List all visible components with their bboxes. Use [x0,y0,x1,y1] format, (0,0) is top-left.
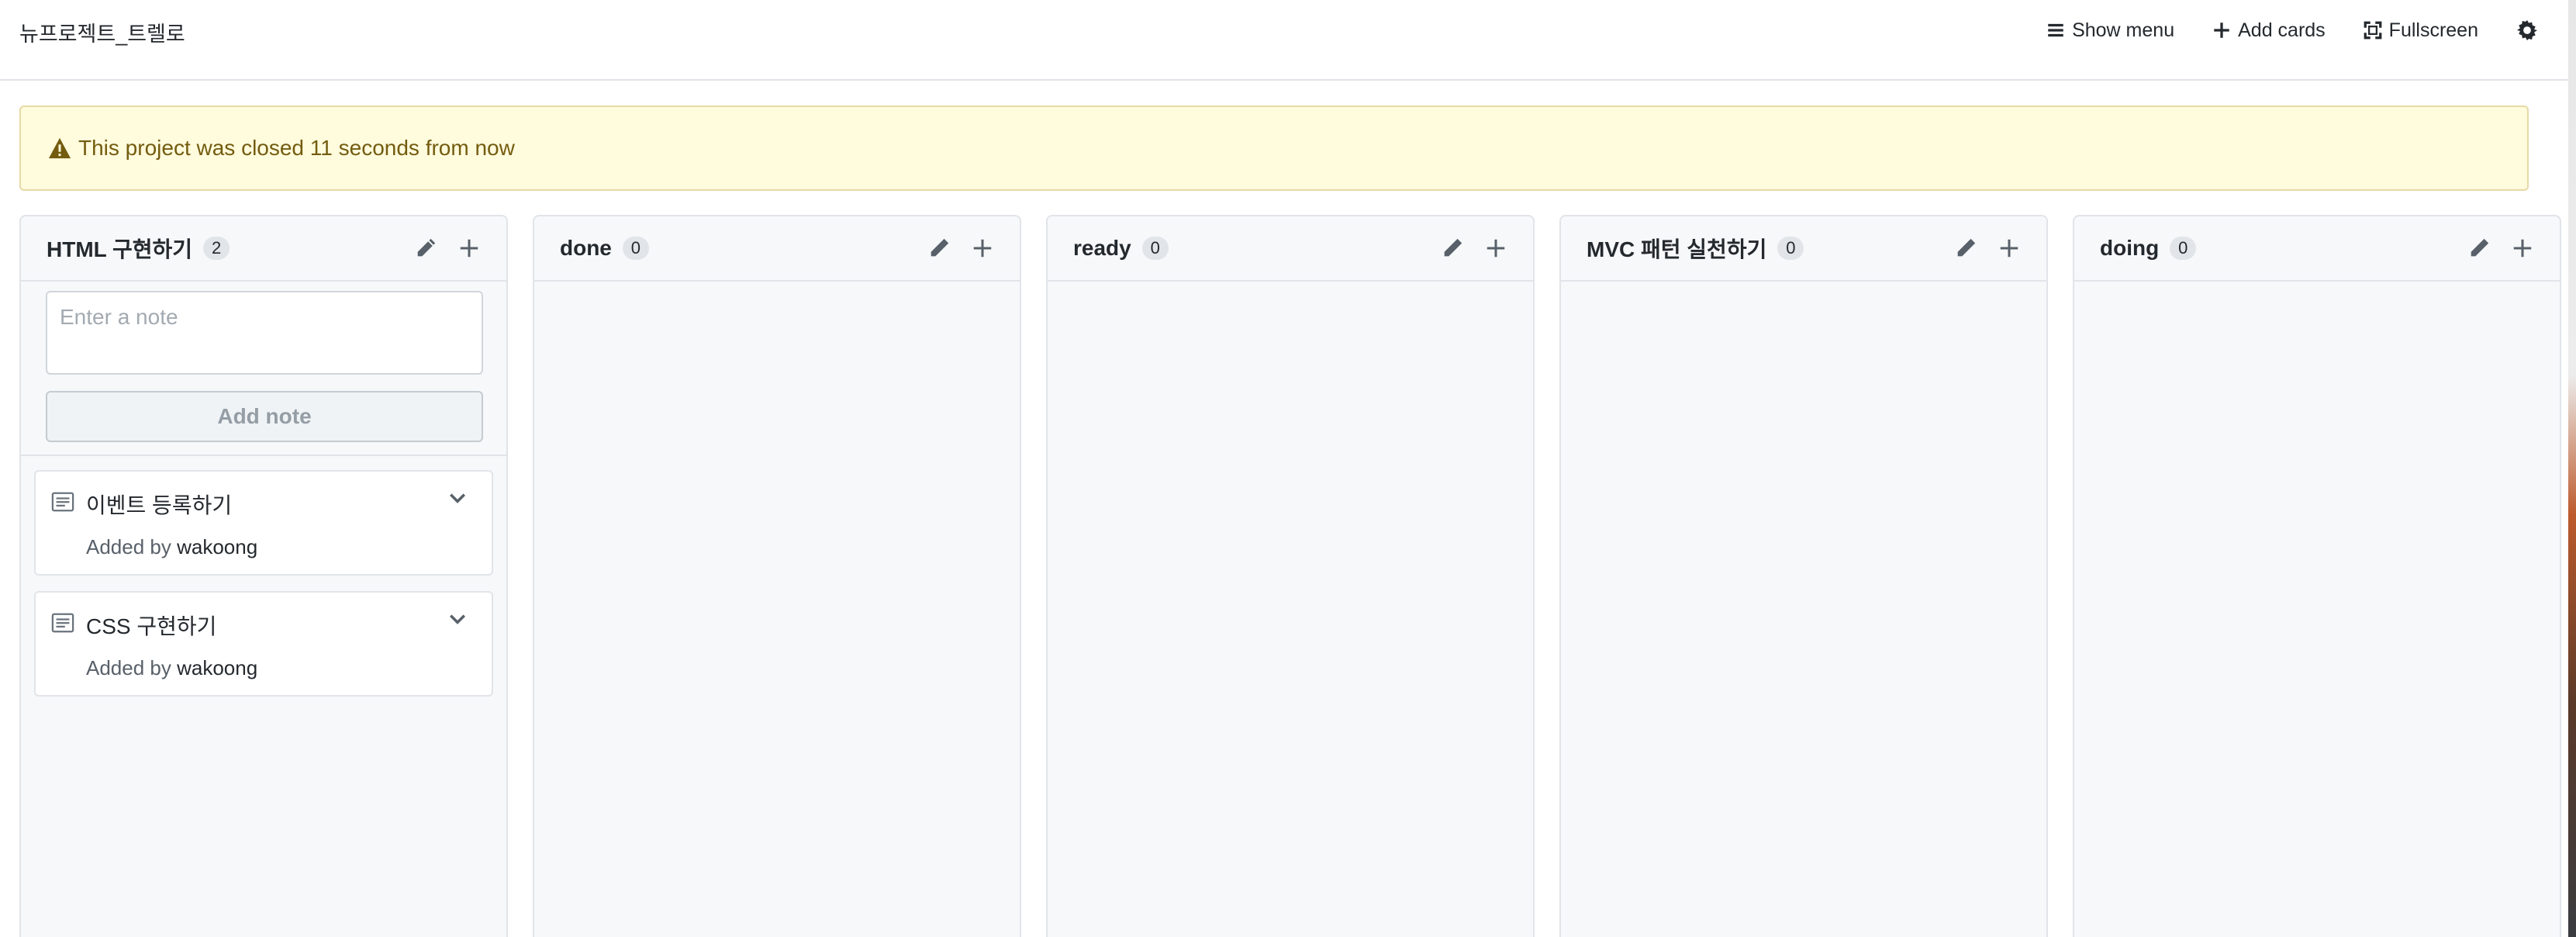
project-columns: HTML 구현하기 2 Add note 이벤트 등록하기 Added by w… [19,215,2561,937]
note-card[interactable]: CSS 구현하기 Added by wakoong [34,591,493,697]
column-header: doing 0 [2074,216,2560,282]
added-by-label: Added by [86,656,171,679]
card-counter: 2 [203,237,230,260]
top-bar: 뉴프로젝트_트렐로 Show menu Add cards Fullscreen [0,0,2568,81]
fullscreen-icon [2364,21,2382,40]
column-title: doing [2100,236,2160,260]
column-html: HTML 구현하기 2 Add note 이벤트 등록하기 Added by w… [19,215,508,937]
plus-icon [2214,22,2229,38]
edit-column-icon[interactable] [2467,237,2491,260]
fullscreen-label: Fullscreen [2388,19,2478,41]
add-card-icon[interactable] [971,237,994,260]
column-header: MVC 패턴 실천하기 0 [1561,216,2046,282]
column-header: HTML 구현하기 2 [21,216,506,282]
edit-column-icon[interactable] [1441,237,1464,260]
desktop-edge [2568,0,2576,937]
project-title: 뉴프로젝트_트렐로 [19,22,185,46]
settings-button[interactable] [2517,20,2537,40]
edit-column-icon[interactable] [414,237,437,260]
card-counter: 0 [2170,237,2197,260]
chevron-down-icon[interactable] [447,487,468,509]
card-title: 이벤트 등록하기 [86,493,233,517]
add-note-button[interactable]: Add note [46,391,483,442]
menu-icon [2048,23,2063,37]
column-done: done 0 [533,215,1021,937]
column-header: ready 0 [1048,216,1533,282]
banner-message: This project was closed 11 seconds from … [78,136,515,160]
card-list: 이벤트 등록하기 Added by wakoong CSS 구현하기 Added… [21,456,506,726]
column-title: ready [1073,236,1131,260]
add-card-icon[interactable] [1484,237,1507,260]
add-card-icon[interactable] [1998,237,2021,260]
fullscreen-button[interactable]: Fullscreen [2363,19,2478,42]
column-mvc: MVC 패턴 실천하기 0 [1559,215,2048,937]
add-cards-button[interactable]: Add cards [2212,19,2326,42]
edit-column-icon[interactable] [1954,237,1977,260]
header-actions: Show menu Add cards Fullscreen [2008,0,2568,61]
added-by-label: Added by [86,535,171,558]
warning-icon [48,137,71,159]
gear-icon [2517,20,2537,40]
column-header: done 0 [534,216,1020,282]
column-title: done [560,236,612,260]
card-counter: 0 [1141,237,1169,260]
card-title: CSS 구현하기 [86,614,217,638]
closed-project-banner: This project was closed 11 seconds from … [19,105,2529,191]
add-card-icon[interactable] [2511,237,2534,260]
show-menu-button[interactable]: Show menu [2046,19,2174,42]
card-author[interactable]: wakoong [177,656,257,679]
card-meta: Added by wakoong [86,535,257,559]
chevron-down-icon[interactable] [447,608,468,630]
column-doing: doing 0 [2073,215,2561,937]
note-icon [51,492,74,512]
card-author[interactable]: wakoong [177,535,257,558]
card-counter: 0 [1777,237,1804,260]
card-meta: Added by wakoong [86,656,257,680]
add-card-icon[interactable] [458,237,481,260]
edit-column-icon[interactable] [927,237,951,260]
card-counter: 0 [622,237,649,260]
note-card[interactable]: 이벤트 등록하기 Added by wakoong [34,470,493,576]
column-title: HTML 구현하기 [47,237,193,261]
add-cards-label: Add cards [2238,19,2326,41]
note-form: Add note [21,282,506,456]
show-menu-label: Show menu [2072,19,2175,41]
column-title: MVC 패턴 실천하기 [1587,237,1767,261]
column-ready: ready 0 [1046,215,1535,937]
note-icon [51,613,74,633]
note-input[interactable] [46,291,483,375]
